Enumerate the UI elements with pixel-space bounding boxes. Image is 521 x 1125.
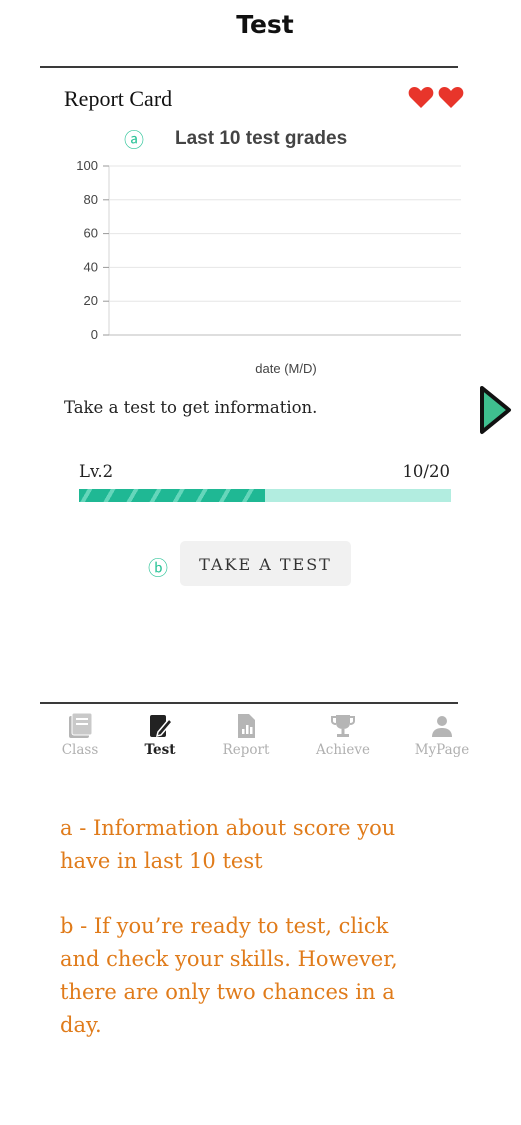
info-message: Take a test to get information. xyxy=(64,398,318,417)
nav-label-achieve: Achieve xyxy=(316,742,370,758)
level-progress-bar xyxy=(79,489,451,502)
level-label: Lv.2 xyxy=(79,462,114,481)
level-progress-count: 10/20 xyxy=(402,462,450,481)
nav-label-mypage: MyPage xyxy=(414,742,470,758)
nav-label-class: Class xyxy=(61,742,99,758)
chart-y-tick-label: 80 xyxy=(84,192,98,207)
report-card-title: Report Card xyxy=(64,86,173,111)
nav-item-report[interactable]: Report xyxy=(205,712,287,758)
test-icon xyxy=(150,715,174,738)
annotation-b-line-4: day. xyxy=(60,1013,102,1037)
annotation-b-line-3: there are only two chances in a xyxy=(60,980,395,1004)
chart-x-axis-label: date (M/D) xyxy=(255,361,316,376)
next-arrow-icon[interactable] xyxy=(475,382,515,438)
level-progress-fill xyxy=(79,489,265,502)
nav-divider xyxy=(40,702,458,704)
nav-item-mypage[interactable]: MyPage xyxy=(401,712,483,758)
button-marker-b: ⓑ xyxy=(148,556,168,580)
annotation-b-line-1: b - If you’re ready to test, click xyxy=(60,914,389,938)
nav-item-test[interactable]: Test xyxy=(119,712,201,758)
nav-item-achieve[interactable]: Achieve xyxy=(302,712,384,758)
annotation-b-line-2: and check your skills. However, xyxy=(60,947,398,971)
nav-label-test: Test xyxy=(144,742,176,758)
take-test-button[interactable]: TAKE A TEST xyxy=(180,541,351,586)
report-icon xyxy=(238,714,255,738)
annotation-a-line-2: have in last 10 test xyxy=(60,849,263,873)
header-divider xyxy=(40,66,458,68)
class-icon xyxy=(69,712,93,738)
chart-y-tick-label: 20 xyxy=(84,293,98,308)
chart-y-tick-label: 0 xyxy=(91,327,98,342)
nav-label-report: Report xyxy=(222,742,270,758)
heart-icon xyxy=(408,87,434,108)
chart-title: Last 10 test grades xyxy=(175,128,348,149)
page-title: Test xyxy=(236,10,294,39)
chart-y-tick-label: 100 xyxy=(76,158,98,173)
chart-y-tick-label: 60 xyxy=(84,226,98,241)
chart-y-tick-label: 40 xyxy=(84,259,98,274)
mypage-icon xyxy=(432,716,452,737)
nav-item-class[interactable]: Class xyxy=(39,712,121,758)
annotation-a-line-1: a - Information about score you xyxy=(60,816,396,840)
chart-marker-a: ⓐ xyxy=(124,128,144,152)
heart-icon xyxy=(438,87,464,108)
grades-chart: 0 20 40 60 80 100 date (M/D) xyxy=(76,158,461,376)
achieve-icon xyxy=(331,715,355,737)
